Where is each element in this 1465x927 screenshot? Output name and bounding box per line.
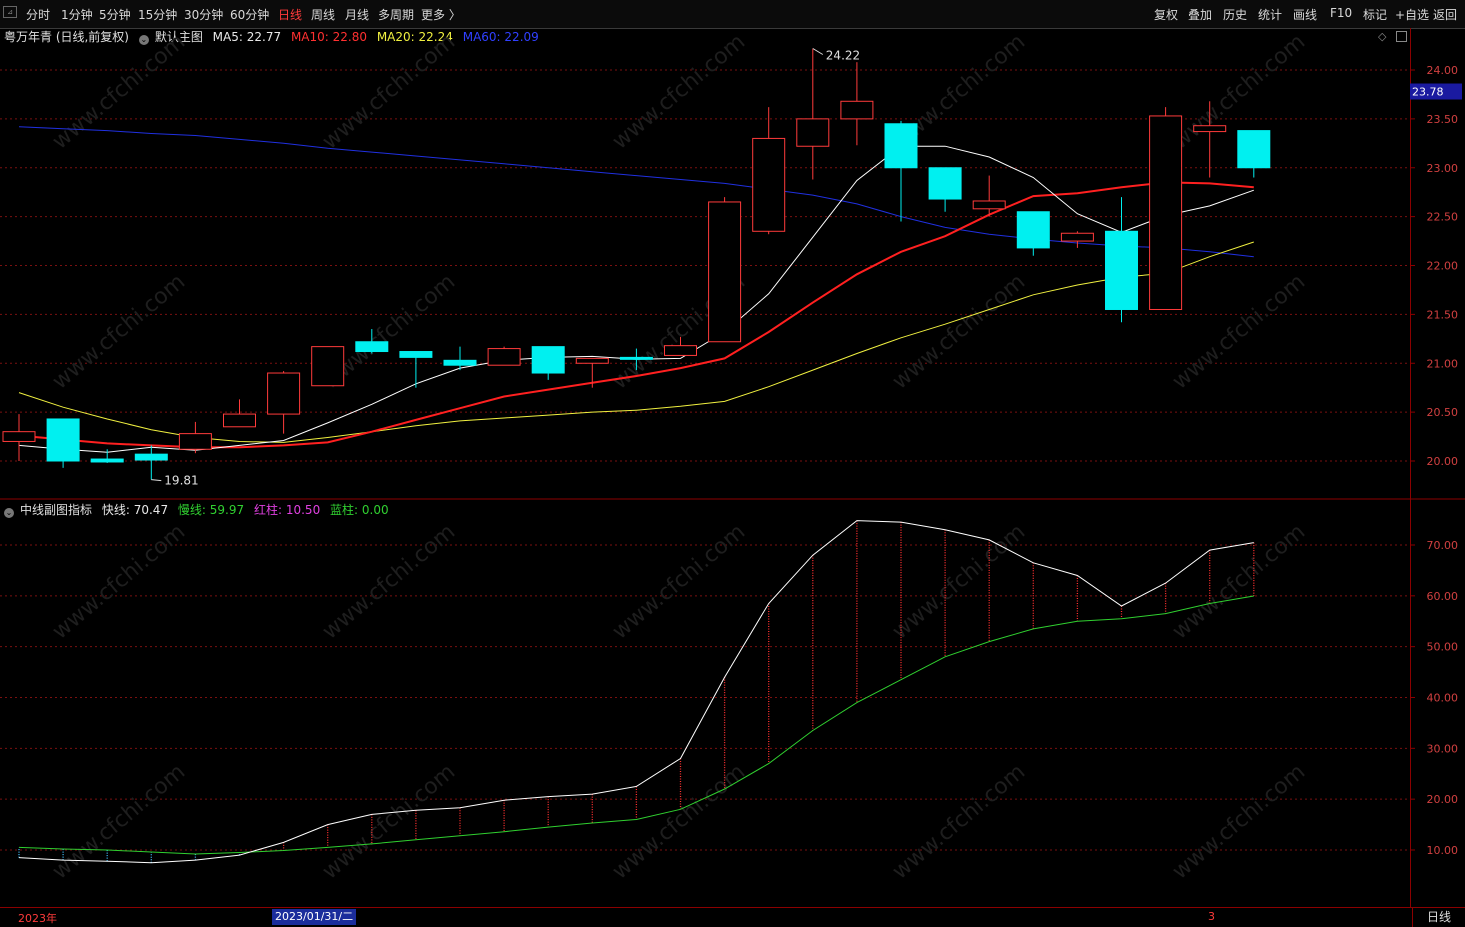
candle-body-up [487, 348, 521, 366]
watermark: www.cfchi.com [48, 519, 190, 644]
watermark: www.cfchi.com [888, 759, 1030, 884]
sub-axis-label: 50.00 [1427, 641, 1459, 654]
low-label: 19.81 [164, 474, 198, 488]
candle-body-down [46, 418, 80, 462]
watermark: www.cfchi.com [1168, 759, 1310, 884]
watermark: www.cfchi.com [48, 759, 190, 884]
candle-body-down [90, 458, 124, 463]
watermark: www.cfchi.com [48, 269, 190, 394]
price-axis-label: 23.50 [1427, 113, 1459, 126]
candle-body-up [1149, 115, 1183, 310]
watermark: www.cfchi.com [888, 519, 1030, 644]
watermark: www.cfchi.com [608, 519, 750, 644]
watermark: www.cfchi.com [1168, 519, 1310, 644]
period-button[interactable]: 日线 [1412, 908, 1465, 927]
watermark: www.cfchi.com [318, 519, 460, 644]
high-label: 24.22 [826, 48, 860, 62]
candle-body-down [1016, 211, 1050, 249]
current-price-text: 23.78 [1412, 86, 1444, 99]
candle-body-down [399, 351, 433, 358]
fast-line [18, 520, 1254, 864]
candle-body-down [443, 359, 477, 366]
price-axis-label: 21.00 [1427, 357, 1459, 370]
price-axis-label: 20.00 [1427, 455, 1459, 468]
candle-body-down [134, 453, 168, 461]
candle-body-up [972, 200, 1006, 210]
candle-body-up [796, 118, 830, 147]
price-axis-label: 20.50 [1427, 406, 1459, 419]
watermark: www.cfchi.com [318, 29, 460, 154]
watermark: www.cfchi.com [48, 29, 190, 154]
watermark: www.cfchi.com [888, 269, 1030, 394]
ma5-line [18, 145, 1254, 453]
candle-body-down [531, 346, 565, 374]
candle-body-up [1060, 232, 1094, 242]
candle-body-up [2, 431, 36, 442]
candle-body-up [1193, 125, 1227, 133]
candle-body-down [928, 167, 962, 200]
sub-axis-label: 60.00 [1427, 590, 1459, 603]
candle-body-down [355, 341, 389, 353]
month-label: 3 [1208, 910, 1215, 923]
year-label: 2023年 [18, 912, 57, 925]
candle-body-up [708, 201, 742, 343]
watermark: www.cfchi.com [608, 759, 750, 884]
sub-axis-label: 30.00 [1427, 742, 1459, 755]
slow-line [18, 595, 1254, 855]
candle-body-up [575, 357, 609, 364]
sub-axis-label: 10.00 [1427, 844, 1459, 857]
price-axis-label: 21.50 [1427, 308, 1459, 321]
high-pointer [812, 48, 824, 55]
candle-body-up [223, 413, 256, 428]
candle-body-up [178, 433, 212, 450]
sub-axis-label: 40.00 [1427, 691, 1459, 704]
price-axis-label: 24.00 [1427, 64, 1459, 77]
candle-body-down [1237, 130, 1271, 169]
candle-body-up [267, 372, 301, 415]
time-axis-bar: 2023年 2023/01/31/二 3 日线 [0, 907, 1465, 927]
price-axis-label: 23.00 [1427, 162, 1459, 175]
sub-axis-label: 70.00 [1427, 539, 1459, 552]
low-pointer [151, 479, 162, 482]
candle-body-down [1105, 230, 1138, 310]
cursor-date: 2023/01/31/二 [272, 909, 357, 925]
price-axis-label: 22.00 [1427, 260, 1459, 273]
candle-body-down [619, 356, 653, 360]
price-axis-label: 22.50 [1427, 211, 1459, 224]
candle-body-up [311, 346, 345, 387]
candle-body-up [840, 100, 874, 120]
sub-axis-label: 20.00 [1427, 793, 1459, 806]
watermark: www.cfchi.com [1168, 269, 1310, 394]
candle-body-up [752, 137, 786, 232]
watermark: www.cfchi.com [608, 29, 750, 154]
kline-chart[interactable]: www.cfchi.com www.cfchi.com www.cfchi.com w… [0, 0, 1465, 907]
candle-body-up [664, 345, 697, 356]
candle-body-down [884, 123, 918, 169]
